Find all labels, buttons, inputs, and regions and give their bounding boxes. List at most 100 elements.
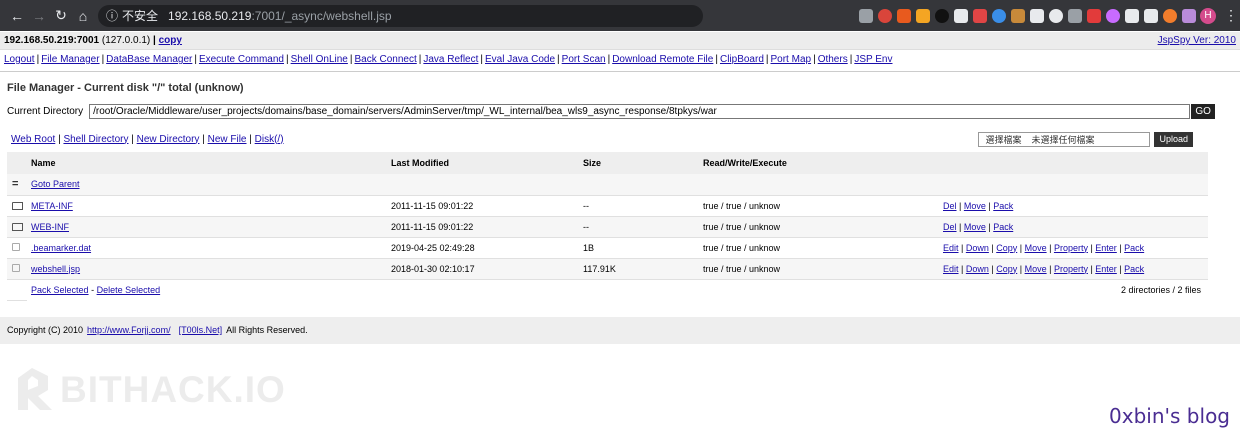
goto-parent-link[interactable]: Goto Parent: [31, 179, 80, 189]
file-name-link[interactable]: webshell.jsp: [31, 264, 80, 274]
reload-icon[interactable]: ↻: [50, 5, 72, 27]
extension-icon[interactable]: [897, 8, 911, 23]
action-pack-link[interactable]: Pack: [1124, 243, 1144, 253]
forjj-link[interactable]: http://www.Forjj.com/: [87, 325, 171, 335]
extension-icon[interactable]: [1068, 8, 1082, 23]
extension-icon[interactable]: [878, 8, 892, 23]
action-move-link[interactable]: Move: [1025, 264, 1047, 274]
footer-dash: -: [91, 284, 95, 295]
menu-item-file-manager[interactable]: File Manager: [41, 54, 99, 65]
action-pack-link[interactable]: Pack: [993, 222, 1013, 232]
file-name-link[interactable]: WEB-INF: [31, 222, 69, 232]
table-row: WEB-INF 2011-11-15 09:01:22 -- true / true …: [7, 216, 1208, 238]
menu-item-database-manager[interactable]: DataBase Manager: [106, 54, 192, 65]
file-size: 117.91K: [579, 258, 699, 280]
quick-link-disk-[interactable]: Disk(/): [255, 134, 284, 145]
menu-item-jsp-env[interactable]: JSP Env: [854, 54, 892, 65]
action-pack-link[interactable]: Pack: [1124, 264, 1144, 274]
menu-separator: |: [480, 54, 483, 65]
action-separator: |: [958, 242, 966, 253]
watermark-text: BITHACK.IO: [60, 369, 286, 410]
menu-item-eval-java-code[interactable]: Eval Java Code: [485, 54, 555, 65]
extension-icon[interactable]: [935, 8, 949, 23]
extension-icon[interactable]: [992, 8, 1006, 23]
menu-item-port-scan[interactable]: Port Scan: [562, 54, 606, 65]
rights-text: All Rights Reserved.: [226, 325, 308, 335]
file-chooser[interactable]: 選擇檔案 未選擇任何檔案: [978, 131, 1151, 147]
t00ls-link[interactable]: [T00ls.Net]: [179, 325, 223, 335]
menu-item-shell-online[interactable]: Shell OnLine: [291, 54, 348, 65]
file-name-link[interactable]: .beamarker.dat: [31, 243, 91, 253]
action-pack-link[interactable]: Pack: [993, 201, 1013, 211]
quick-link-new-directory[interactable]: New Directory: [137, 134, 200, 145]
action-down-link[interactable]: Down: [966, 243, 989, 253]
info-icon[interactable]: ⓘ: [106, 7, 118, 24]
upload-button[interactable]: Upload: [1154, 131, 1193, 147]
extension-icon[interactable]: [1106, 8, 1120, 23]
action-enter-link[interactable]: Enter: [1095, 264, 1117, 274]
action-property-link[interactable]: Property: [1054, 243, 1088, 253]
menu-item-logout[interactable]: Logout: [4, 54, 35, 65]
extension-icon[interactable]: [1125, 8, 1139, 23]
menu-item-back-connect[interactable]: Back Connect: [354, 54, 416, 65]
forward-arrow-icon[interactable]: →: [28, 5, 50, 27]
extension-icon[interactable]: [1163, 8, 1177, 23]
quick-link-web-root[interactable]: Web Root: [11, 134, 55, 145]
home-icon[interactable]: ⌂: [72, 5, 94, 27]
back-arrow-icon[interactable]: ←: [6, 5, 28, 27]
pack-selected-link[interactable]: Pack Selected: [31, 285, 89, 295]
profile-avatar[interactable]: H: [1200, 7, 1216, 24]
copy-link[interactable]: copy: [159, 35, 182, 46]
file-permissions: true / true / unknow: [699, 237, 939, 259]
action-separator: |: [1046, 242, 1054, 253]
file-icon: [12, 263, 20, 272]
extension-icon[interactable]: [1144, 8, 1158, 23]
menu-separator: |: [418, 54, 422, 65]
extension-icon[interactable]: [1030, 8, 1044, 23]
address-bar[interactable]: ⓘ 不安全 192.168.50.219:7001/_async/webshel…: [98, 4, 703, 27]
header-actions: [939, 152, 1208, 174]
menu-item-java-reflect[interactable]: Java Reflect: [423, 54, 478, 65]
current-directory-form: Current Directory GO: [0, 102, 1240, 120]
current-directory-input[interactable]: [89, 103, 1191, 119]
extension-icon[interactable]: [859, 8, 873, 23]
extension-icon[interactable]: [1182, 8, 1196, 23]
file-actions: Del | Move | Pack: [939, 216, 1208, 238]
go-button[interactable]: GO: [1191, 103, 1216, 119]
menu-item-others[interactable]: Others: [818, 54, 848, 65]
quick-links: Web Root | Shell Directory | New Directo…: [11, 134, 284, 145]
menu-item-download-remote-file[interactable]: Download Remote File: [612, 54, 713, 65]
action-del-link[interactable]: Del: [943, 201, 957, 211]
delete-selected-link[interactable]: Delete Selected: [97, 285, 161, 295]
extension-icon[interactable]: [916, 8, 930, 23]
version-link[interactable]: JspSpy Ver: 2010: [1158, 35, 1236, 46]
extension-icon[interactable]: [1011, 8, 1025, 23]
action-edit-link[interactable]: Edit: [943, 264, 959, 274]
action-copy-link[interactable]: Copy: [996, 264, 1017, 274]
action-edit-link[interactable]: Edit: [943, 243, 959, 253]
extension-icon[interactable]: [973, 8, 987, 23]
action-down-link[interactable]: Down: [966, 264, 989, 274]
action-copy-link[interactable]: Copy: [996, 243, 1017, 253]
menu-item-execute-command[interactable]: Execute Command: [199, 54, 284, 65]
menu-item-port-map[interactable]: Port Map: [771, 54, 812, 65]
action-move-link[interactable]: Move: [964, 201, 986, 211]
header-modified: Last Modified: [387, 152, 579, 174]
quick-link-separator: |: [246, 133, 255, 145]
extension-icon[interactable]: [1049, 8, 1063, 23]
action-move-link[interactable]: Move: [1025, 243, 1047, 253]
action-del-link[interactable]: Del: [943, 222, 957, 232]
action-property-link[interactable]: Property: [1054, 264, 1088, 274]
local-ip: (127.0.0.1): [101, 35, 151, 46]
choose-file-button[interactable]: 選擇檔案: [985, 133, 1021, 146]
action-enter-link[interactable]: Enter: [1095, 243, 1117, 253]
menu-kebab-icon[interactable]: ⋮: [1224, 7, 1238, 24]
quick-link-shell-directory[interactable]: Shell Directory: [63, 134, 128, 145]
action-move-link[interactable]: Move: [964, 222, 986, 232]
extension-icon[interactable]: [954, 8, 968, 23]
file-name-link[interactable]: META-INF: [31, 201, 73, 211]
quick-link-new-file[interactable]: New File: [208, 134, 247, 145]
no-file-label: 未選擇任何檔案: [1031, 134, 1095, 145]
menu-item-clipboard[interactable]: ClipBoard: [720, 54, 764, 65]
extension-icon[interactable]: [1087, 8, 1101, 23]
